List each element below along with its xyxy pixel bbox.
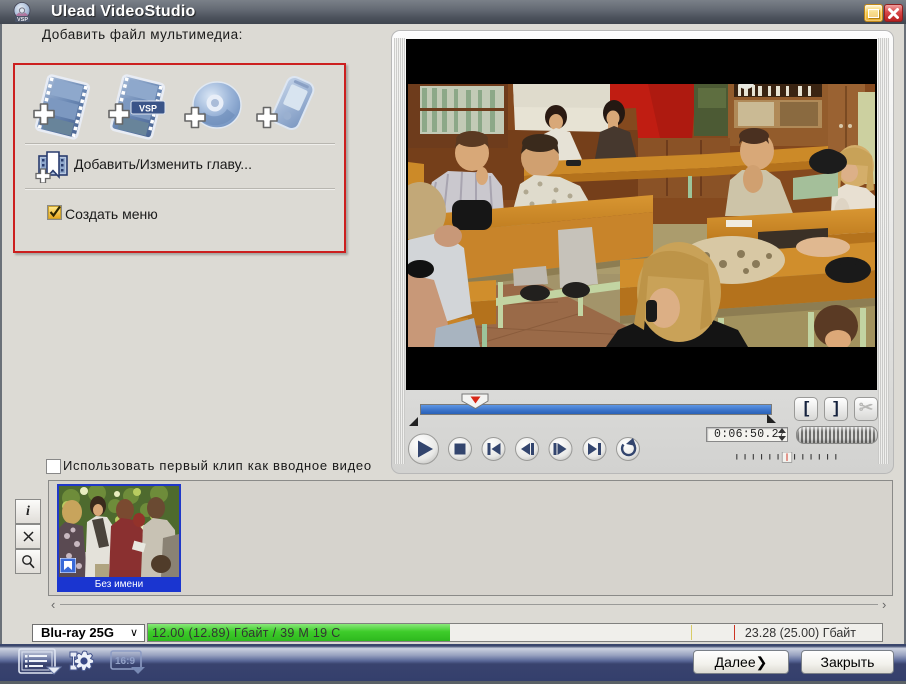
svg-text:16:9: 16:9 xyxy=(115,656,135,667)
svg-text:VSP: VSP xyxy=(139,104,157,114)
svg-text:VSP: VSP xyxy=(17,17,28,22)
